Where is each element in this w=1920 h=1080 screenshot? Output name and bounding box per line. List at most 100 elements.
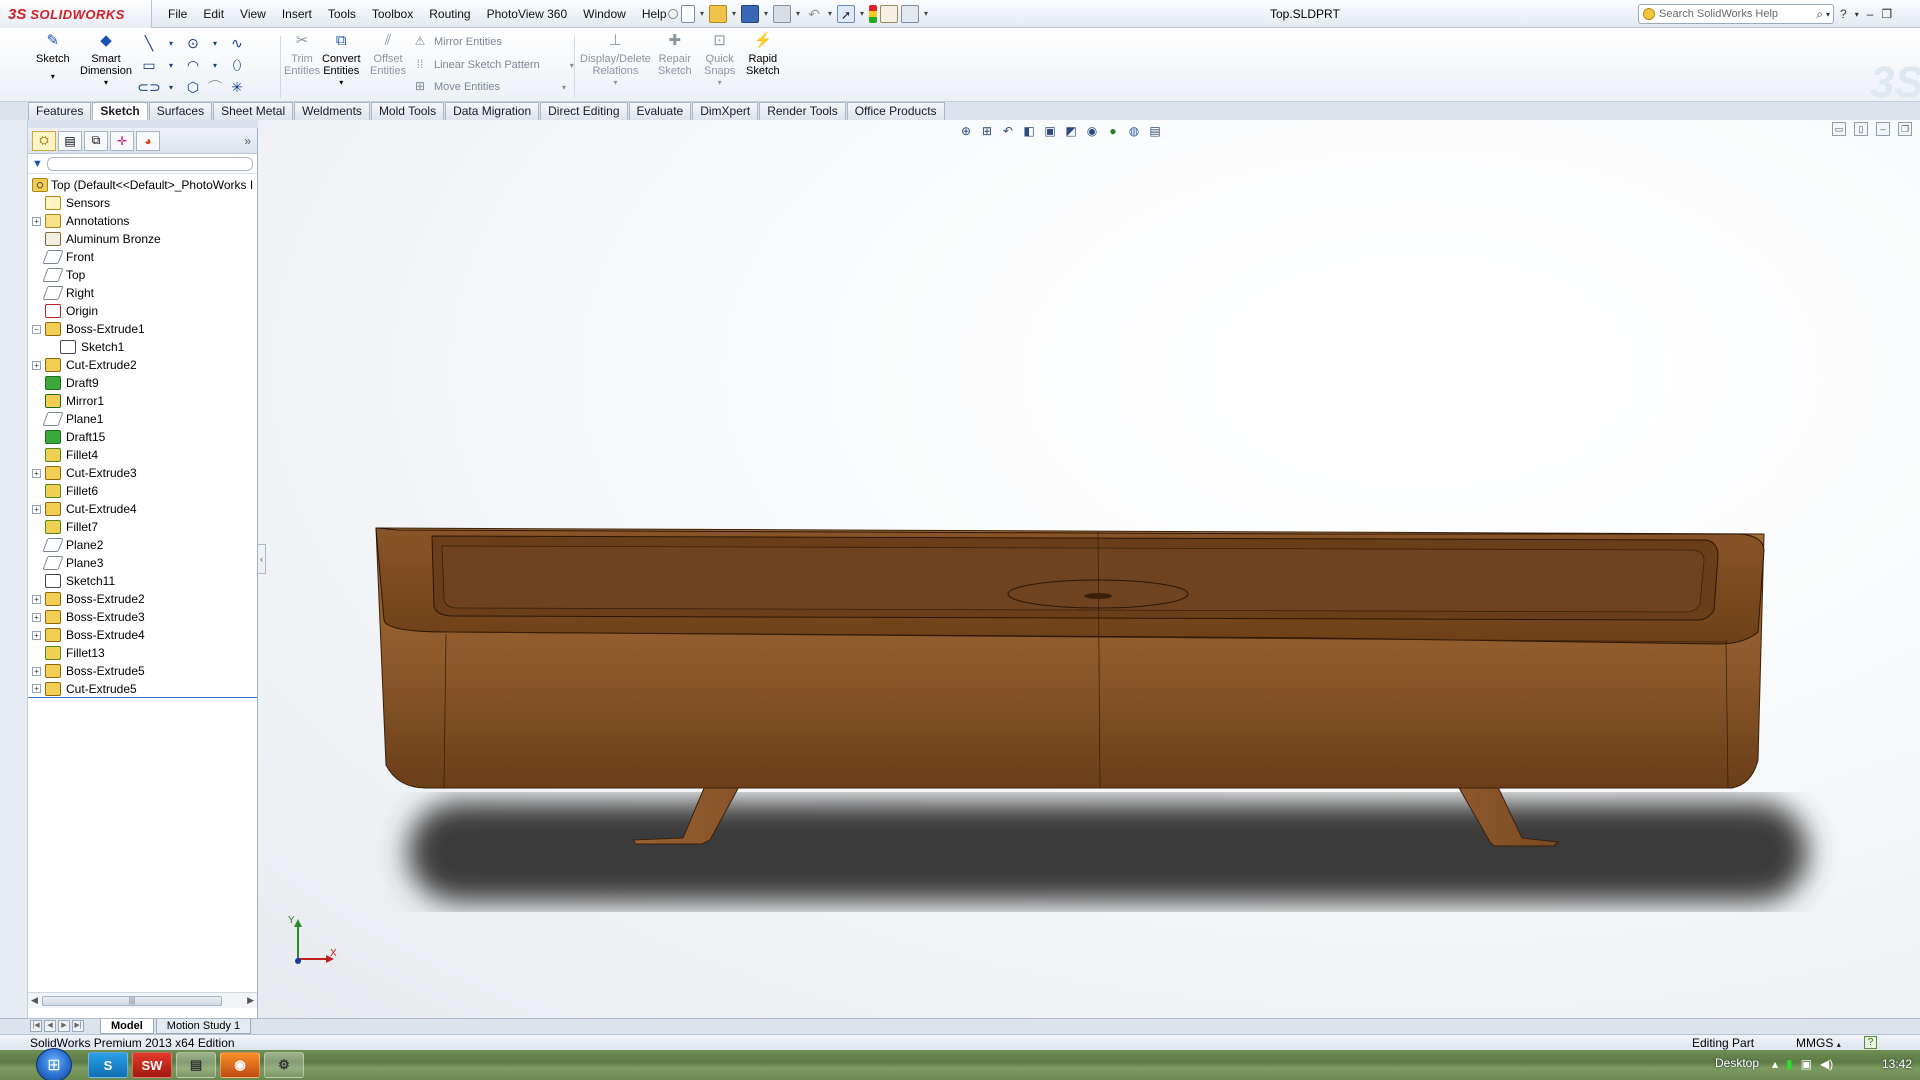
- unit-system[interactable]: MMGS ▴: [1796, 1036, 1841, 1050]
- print-dropdown-icon[interactable]: ▾: [794, 5, 802, 23]
- menu-toolbox[interactable]: Toolbox: [364, 0, 421, 28]
- clock[interactable]: 13:42: [1882, 1057, 1912, 1071]
- property-manager-tab-icon[interactable]: ▤: [58, 130, 82, 151]
- tree-item-cut-extrude2[interactable]: + Cut-Extrude2: [28, 356, 257, 374]
- expand-panel-icon[interactable]: »: [244, 134, 251, 148]
- start-button-icon[interactable]: ⊞: [36, 1048, 72, 1080]
- tab-data-migration[interactable]: Data Migration: [445, 102, 540, 120]
- sketch-button[interactable]: ✎ Sketch ▾: [36, 32, 70, 83]
- ellipse-icon[interactable]: ⬯: [226, 54, 248, 76]
- restore-icon[interactable]: ❐: [1881, 7, 1892, 21]
- tab-weldments[interactable]: Weldments: [294, 102, 370, 120]
- menu-edit[interactable]: Edit: [195, 0, 232, 28]
- point-icon[interactable]: ✳: [226, 76, 248, 98]
- panel-collapse-handle[interactable]: ‹: [258, 544, 266, 574]
- rectangle-icon[interactable]: ▭: [138, 54, 160, 76]
- last-tab-icon[interactable]: ▶|: [72, 1020, 84, 1032]
- tree-item-sketch1[interactable]: Sketch1: [28, 338, 257, 356]
- convert-dropdown-icon[interactable]: ▾: [339, 77, 343, 89]
- move-dropdown-icon[interactable]: ▾: [562, 83, 566, 92]
- trim-entities-button[interactable]: ✂ Trim Entities: [284, 32, 320, 77]
- viewport-tile-icon[interactable]: ▯: [1854, 122, 1868, 136]
- search-input[interactable]: Search SolidWorks Help ⌕ ▾: [1638, 4, 1834, 24]
- open-folder-icon[interactable]: [709, 5, 727, 23]
- tab-sketch[interactable]: Sketch: [92, 102, 148, 120]
- tree-item-fillet7[interactable]: Fillet7: [28, 518, 257, 536]
- sketch-dropdown-icon[interactable]: ▾: [51, 71, 55, 83]
- tree-item-fillet6[interactable]: Fillet6: [28, 482, 257, 500]
- dimxpert-manager-tab-icon[interactable]: ✛: [110, 130, 134, 151]
- tree-item-boss-extrude5[interactable]: + Boss-Extrude5: [28, 662, 257, 680]
- new-dropdown-icon[interactable]: ▾: [698, 5, 706, 23]
- tab-render-tools[interactable]: Render Tools: [759, 102, 846, 120]
- pin-icon[interactable]: [668, 9, 678, 19]
- tab-motion-study-1[interactable]: Motion Study 1: [155, 1019, 252, 1034]
- open-dropdown-icon[interactable]: ▾: [730, 5, 738, 23]
- save-dropdown-icon[interactable]: ▾: [762, 5, 770, 23]
- spline-icon[interactable]: ∿: [226, 32, 248, 54]
- tab-direct-editing[interactable]: Direct Editing: [540, 102, 628, 120]
- apply-scene-icon[interactable]: ◍: [1126, 123, 1142, 139]
- expand-icon[interactable]: +: [32, 504, 41, 514]
- select-dropdown-icon[interactable]: ▾: [858, 5, 866, 23]
- viewport-minimize-icon[interactable]: –: [1876, 122, 1890, 136]
- scroll-right-icon[interactable]: ▶: [247, 995, 254, 1006]
- slot-icon[interactable]: ⊂⊃: [137, 76, 160, 98]
- feature-manager-tab-icon[interactable]: ⛭: [32, 130, 56, 151]
- collapse-icon[interactable]: −: [32, 324, 41, 334]
- help-dropdown-icon[interactable]: ▾: [1855, 10, 1859, 19]
- tree-root[interactable]: ⛭ Top (Default<<Default>_PhotoWorks I: [28, 176, 257, 194]
- tree-item-cut-extrude3[interactable]: + Cut-Extrude3: [28, 464, 257, 482]
- desktop-toolbar-label[interactable]: Desktop: [1715, 1056, 1759, 1070]
- tree-item-aluminum-bronze[interactable]: Aluminum Bronze: [28, 230, 257, 248]
- file-properties-icon[interactable]: [880, 5, 898, 23]
- zoom-to-area-icon[interactable]: ⊞: [979, 123, 995, 139]
- smart-dimension-button[interactable]: ◆ Smart Dimension ▾: [80, 32, 132, 89]
- tab-surfaces[interactable]: Surfaces: [148, 102, 213, 120]
- search-dropdown-icon[interactable]: ▾: [1826, 10, 1830, 19]
- tray-expand-icon[interactable]: ▴: [1772, 1057, 1778, 1071]
- tree-item-fillet4[interactable]: Fillet4: [28, 446, 257, 464]
- tree-item-draft9[interactable]: Draft9: [28, 374, 257, 392]
- menu-view[interactable]: View: [232, 0, 274, 28]
- tree-item-plane2[interactable]: Plane2: [28, 536, 257, 554]
- rapid-sketch-button[interactable]: ⚡ Rapid Sketch: [746, 32, 780, 77]
- linear-sketch-pattern-button[interactable]: ⁞⁞ Linear Sketch Pattern ▾: [412, 57, 574, 73]
- volume-icon[interactable]: ◀): [1820, 1057, 1833, 1071]
- move-entities-button[interactable]: ⊞ Move Entities ▾: [412, 79, 566, 95]
- tab-mold-tools[interactable]: Mold Tools: [370, 102, 445, 120]
- tab-sheet-metal[interactable]: Sheet Metal: [213, 102, 294, 120]
- menu-file[interactable]: File: [160, 0, 195, 28]
- new-document-icon[interactable]: [681, 5, 695, 23]
- scroll-left-icon[interactable]: ◀: [31, 995, 38, 1006]
- view-settings-icon[interactable]: ▤: [1147, 123, 1163, 139]
- select-arrow-icon[interactable]: ➚: [837, 5, 855, 23]
- fillet-sketch-icon[interactable]: ⌒: [204, 76, 226, 98]
- prev-tab-icon[interactable]: ◀: [44, 1020, 56, 1032]
- mirror-entities-button[interactable]: ⚠ Mirror Entities: [412, 34, 502, 50]
- tab-dimxpert[interactable]: DimXpert: [692, 102, 759, 120]
- viewport-split-icon[interactable]: ▭: [1832, 122, 1846, 136]
- tab-features[interactable]: Features: [28, 102, 92, 120]
- model-view[interactable]: [258, 120, 1920, 1018]
- expand-icon[interactable]: +: [32, 360, 41, 370]
- tab-model[interactable]: Model: [100, 1019, 154, 1034]
- scrollbar-thumb[interactable]: |||: [42, 996, 222, 1006]
- menu-tools[interactable]: Tools: [320, 0, 364, 28]
- filter-input[interactable]: [46, 156, 253, 171]
- circle-icon[interactable]: ⊙: [182, 32, 204, 54]
- tree-item-fillet13[interactable]: Fillet13: [28, 644, 257, 662]
- tree-item-sketch11[interactable]: Sketch11: [28, 572, 257, 590]
- line-icon[interactable]: ╲: [138, 32, 160, 54]
- help-icon[interactable]: ?: [1840, 7, 1847, 21]
- options-icon[interactable]: [901, 5, 919, 23]
- expand-icon[interactable]: +: [32, 468, 41, 478]
- quick-snaps-dropdown-icon[interactable]: ▾: [718, 77, 722, 89]
- solidworks-taskbar-icon[interactable]: SW: [132, 1052, 172, 1078]
- circle-dropdown-icon[interactable]: ▾: [204, 32, 226, 54]
- expand-icon[interactable]: +: [32, 666, 41, 676]
- polygon-icon[interactable]: ⬡: [182, 76, 204, 98]
- print-icon[interactable]: [773, 5, 791, 23]
- menu-insert[interactable]: Insert: [274, 0, 320, 28]
- tree-item-draft15[interactable]: Draft15: [28, 428, 257, 446]
